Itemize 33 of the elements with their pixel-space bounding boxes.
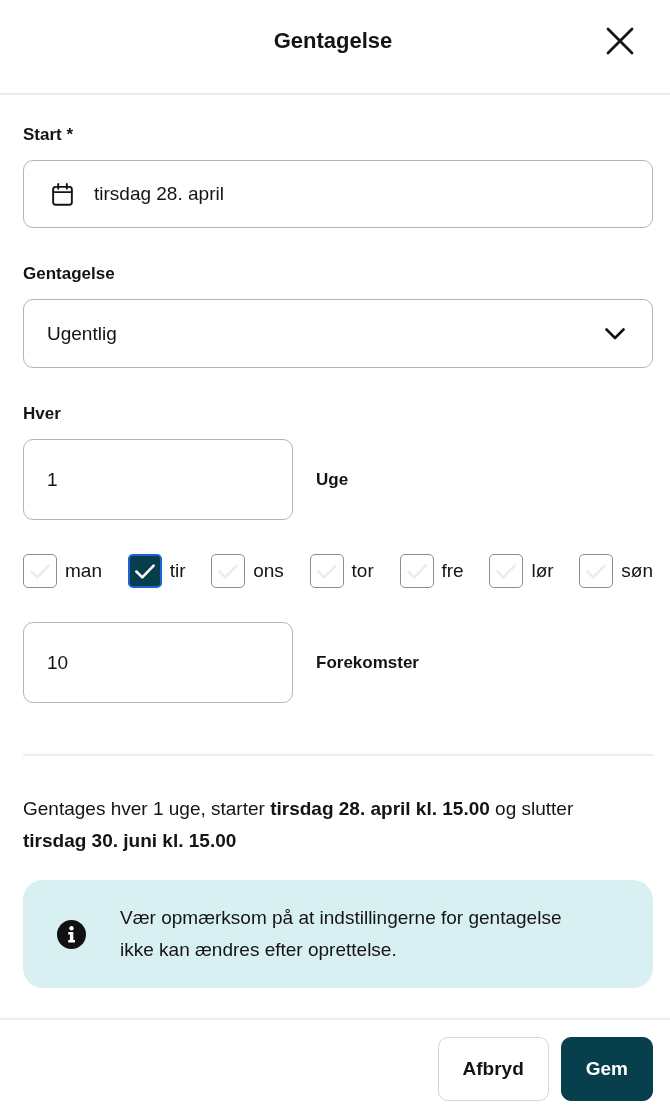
field-label: Gentagelse	[23, 263, 115, 285]
repeat-dropdown[interactable]: Ugentlig	[23, 299, 653, 368]
save-button[interactable]: Gem	[560, 1037, 653, 1101]
field-label: Hver	[23, 403, 61, 425]
checkbox[interactable]	[579, 554, 614, 588]
dialog-title: Gentagelse	[273, 26, 393, 55]
checkbox-label: søn	[621, 559, 653, 583]
summary-text: Gentages hver 1 uge, starter tirsdag 28. april kl. 15.00 og slutter tirsdag 30. juni kl. 15.00	[23, 797, 575, 853]
info-text: Vær opmærksom på at indstillingerne for gentagelse ikke kan ændres efter oprettelse.	[120, 906, 563, 962]
calendar-icon	[52, 182, 73, 206]
date-field[interactable]: tirsdag 28. april	[23, 160, 653, 228]
field-label: Start *	[23, 124, 74, 146]
number-field[interactable]: 10	[23, 622, 293, 703]
chevron-down-icon	[605, 327, 625, 340]
checkbox-label: ons	[253, 559, 284, 583]
cancel-button[interactable]: Afbryd	[437, 1037, 549, 1101]
checkbox[interactable]	[23, 554, 57, 588]
unit-label: Forekomster	[316, 651, 419, 674]
checkbox[interactable]	[399, 554, 434, 588]
checkbox-label: tir	[169, 559, 186, 583]
checkbox-label: man	[65, 559, 102, 583]
checkbox[interactable]	[211, 554, 246, 588]
checkmark-icon	[134, 563, 155, 579]
unit-label: Uge	[316, 468, 349, 491]
checkbox-label: lør	[531, 559, 554, 583]
checkbox[interactable]	[489, 554, 524, 588]
checkbox-label: fre	[441, 559, 464, 583]
checkbox-label: tor	[351, 559, 374, 583]
number-field[interactable]: 1	[23, 439, 293, 520]
checkbox[interactable]	[309, 554, 344, 588]
checkbox[interactable]	[127, 554, 162, 588]
info-icon	[57, 919, 86, 949]
close-icon	[606, 26, 634, 55]
